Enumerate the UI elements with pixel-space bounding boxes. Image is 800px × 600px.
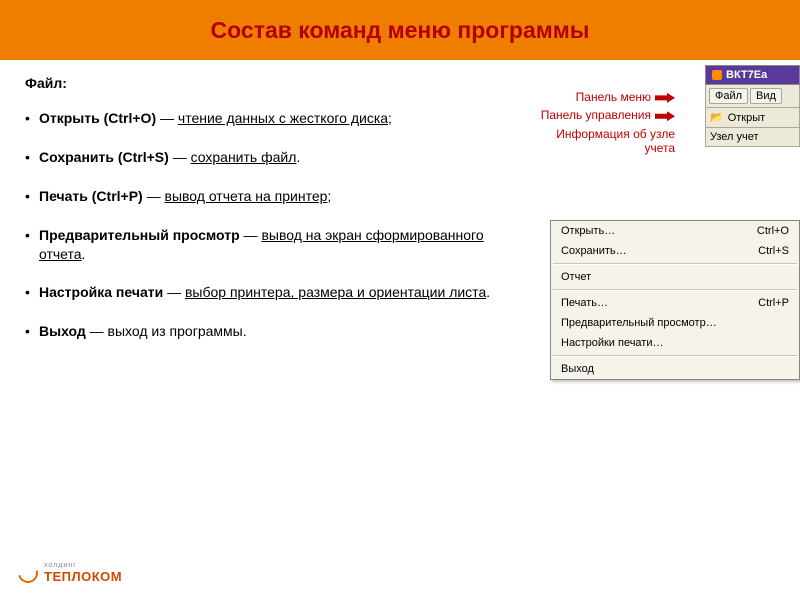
content-column: Файл: Открыть (Ctrl+O) — чтение данных с… <box>25 75 505 361</box>
item-desc: чтение данных с жесткого диска <box>178 110 388 126</box>
screenshot-panel: Панель меню Панель управления Информация… <box>535 65 800 370</box>
item-desc: выход из программы. <box>108 323 247 339</box>
callout-control-panel: Панель управления <box>535 108 675 122</box>
list-item: Печать (Ctrl+P) — вывод отчета на принте… <box>25 187 505 206</box>
menu-file-button[interactable]: Файл <box>709 88 748 104</box>
arrow-right-icon <box>655 111 675 121</box>
menu-separator <box>553 355 797 357</box>
menu-bar: Файл Вид <box>705 85 800 108</box>
app-logo-icon <box>712 70 722 80</box>
shortcut-label: Ctrl+S <box>758 245 789 257</box>
bullet-list: Открыть (Ctrl+O) — чтение данных с жестк… <box>25 109 505 341</box>
menu-item-print-setup[interactable]: Настройки печати… <box>551 333 799 353</box>
menu-item-print[interactable]: Печать… Ctrl+P <box>551 293 799 313</box>
slide-header: Состав команд меню программы <box>0 0 800 60</box>
item-name: Настройка печати <box>39 284 163 300</box>
section-title: Файл: <box>25 75 505 91</box>
folder-open-icon[interactable]: 📂 <box>710 111 724 124</box>
item-name: Выход <box>39 323 86 339</box>
menu-item-preview[interactable]: Предварительный просмотр… <box>551 313 799 333</box>
item-name: Открыть (Ctrl+O) <box>39 110 156 126</box>
window-title: ВКТ7Еa <box>726 69 767 81</box>
list-item: Сохранить (Ctrl+S) — сохранить файл. <box>25 148 505 167</box>
menu-item-report[interactable]: Отчет <box>551 267 799 287</box>
item-name: Предварительный просмотр <box>39 227 240 243</box>
toolbar-node-label: Узел учет <box>710 131 759 143</box>
footer-brand: холдинг ТЕПЛОКОМ <box>18 562 122 584</box>
menu-view-button[interactable]: Вид <box>750 88 782 104</box>
item-desc: выбор принтера, размера и ориентации лис… <box>185 284 486 300</box>
file-dropdown-menu: Открыть… Ctrl+O Сохранить… Ctrl+S Отчет … <box>550 220 800 380</box>
shortcut-label: Ctrl+O <box>757 225 789 237</box>
menu-separator <box>553 289 797 291</box>
brand-swirl-icon <box>14 559 41 586</box>
menu-separator <box>553 263 797 265</box>
list-item: Выход — выход из программы. <box>25 322 505 341</box>
toolbar-open-label: Открыт <box>728 112 765 124</box>
list-item: Предварительный просмотр — вывод на экра… <box>25 226 505 264</box>
item-name: Сохранить (Ctrl+S) <box>39 149 169 165</box>
brand-name: ТЕПЛОКОМ <box>44 569 122 584</box>
arrow-right-icon <box>655 93 675 103</box>
menu-item-open[interactable]: Открыть… Ctrl+O <box>551 221 799 241</box>
callout-node-info: Информация об узле учета <box>535 127 675 156</box>
toolbar-row: Узел учет <box>705 128 800 147</box>
toolbar-row: 📂 Открыт <box>705 108 800 128</box>
menu-item-exit[interactable]: Выход <box>551 359 799 379</box>
item-desc: сохранить файл <box>191 149 297 165</box>
item-desc: вывод отчета на принтер <box>165 188 328 204</box>
slide-title: Состав команд меню программы <box>211 17 590 44</box>
app-window: ВКТ7Еa Файл Вид 📂 Открыт Узел учет <box>705 65 800 147</box>
list-item: Открыть (Ctrl+O) — чтение данных с жестк… <box>25 109 505 128</box>
item-name: Печать (Ctrl+P) <box>39 188 143 204</box>
callout-labels: Панель меню Панель управления Информация… <box>535 90 675 160</box>
callout-menu-panel: Панель меню <box>535 90 675 104</box>
menu-item-save[interactable]: Сохранить… Ctrl+S <box>551 241 799 261</box>
shortcut-label: Ctrl+P <box>758 297 789 309</box>
window-titlebar: ВКТ7Еa <box>705 65 800 85</box>
list-item: Настройка печати — выбор принтера, разме… <box>25 283 505 302</box>
brand-subtext: холдинг <box>44 562 122 569</box>
